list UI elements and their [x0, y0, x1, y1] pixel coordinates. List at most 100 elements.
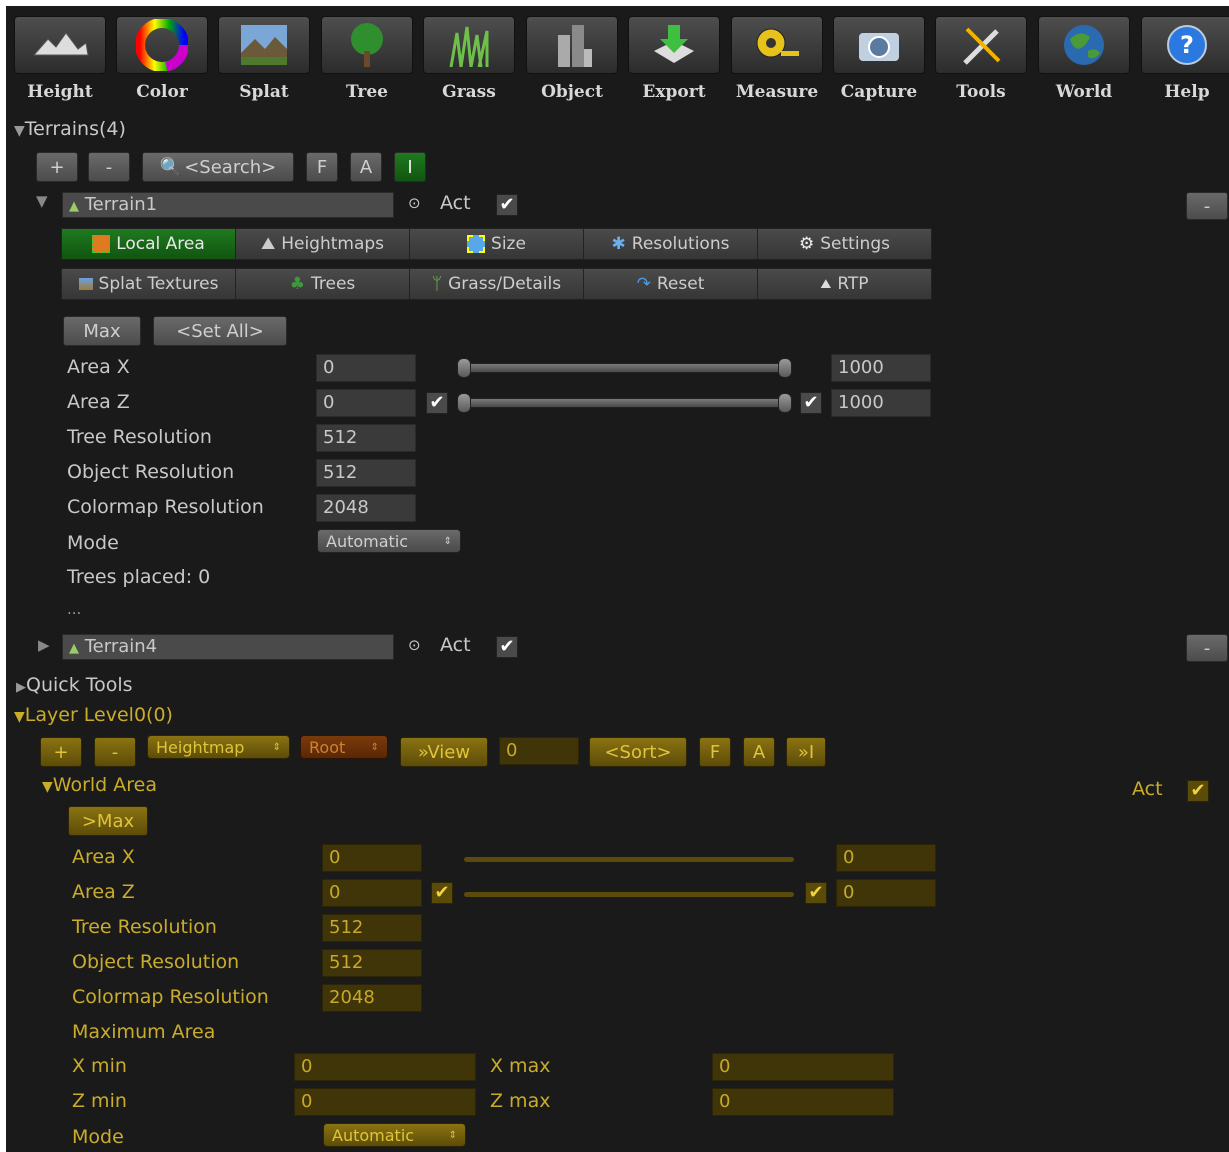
object-resolution-field[interactable]: 512: [316, 459, 416, 487]
tools-button[interactable]: [935, 16, 1027, 74]
triangle-right-icon[interactable]: ▶: [38, 636, 50, 654]
export-download-icon: [654, 25, 694, 63]
area-x-label: Area X: [67, 356, 130, 378]
colormap-resolution-field[interactable]: 2048: [316, 494, 416, 522]
layer-tree-resolution-field[interactable]: 512: [322, 914, 422, 942]
color-button[interactable]: [116, 16, 208, 74]
terrain4-act-checkbox[interactable]: ✔: [496, 636, 518, 658]
tab-local-area[interactable]: Local Area: [61, 228, 236, 260]
layer-f-button[interactable]: F: [699, 737, 731, 767]
tab-trees[interactable]: ♣ Trees: [235, 268, 410, 300]
layer-area-z-max-checkbox[interactable]: ✔: [805, 882, 827, 904]
layer-area-z-min-field[interactable]: 0: [322, 879, 422, 907]
search-button[interactable]: 🔍 <Search>: [142, 152, 294, 182]
mode-dropdown[interactable]: Automatic ⇕: [317, 529, 461, 553]
tab-reset[interactable]: ↷ Reset: [583, 268, 758, 300]
area-z-min-field[interactable]: 0: [316, 389, 416, 417]
i-button[interactable]: I: [394, 152, 426, 182]
layer-a-button[interactable]: A: [743, 737, 775, 767]
remove-layer-button[interactable]: -: [94, 737, 136, 767]
tab-splat-textures[interactable]: Splat Textures: [61, 268, 236, 300]
world-area-act-checkbox[interactable]: ✔: [1187, 780, 1209, 802]
help-button[interactable]: ?: [1141, 16, 1229, 74]
area-z-slider-min-handle[interactable]: [457, 393, 471, 413]
grass-button[interactable]: [423, 16, 515, 74]
tree-icon: [351, 23, 383, 67]
world-area-foldout[interactable]: ▼World Area: [42, 774, 157, 796]
layer-area-z-max-field[interactable]: 0: [836, 879, 936, 907]
tab-label: Local Area: [116, 234, 205, 254]
area-z-slider[interactable]: [458, 398, 790, 408]
terrain1-act-checkbox[interactable]: ✔: [496, 194, 518, 216]
zmin-label: Z min: [72, 1090, 127, 1112]
layer-area-x-slider[interactable]: [464, 857, 794, 862]
terrain1-object-field[interactable]: ▲ Terrain1: [62, 192, 394, 218]
view-button[interactable]: »View: [400, 737, 488, 767]
tab-settings[interactable]: ⚙ Settings: [757, 228, 932, 260]
layer-area-z-min-checkbox[interactable]: ✔: [431, 882, 453, 904]
target-icon[interactable]: ⊙: [408, 636, 421, 654]
add-layer-button[interactable]: +: [40, 737, 82, 767]
tab-grass-details[interactable]: ᛘ Grass/Details: [409, 268, 584, 300]
layer-object-resolution-field[interactable]: 512: [322, 949, 422, 977]
terrains-foldout[interactable]: ▼Terrains(4): [14, 118, 126, 140]
area-x-slider-min-handle[interactable]: [457, 358, 471, 378]
area-z-slider-max-handle[interactable]: [778, 393, 792, 413]
area-z-min-checkbox[interactable]: ✔: [426, 392, 448, 414]
toolbar-label-grass: Grass: [442, 82, 496, 102]
layer-colormap-resolution-field[interactable]: 2048: [322, 984, 422, 1012]
area-x-max-field[interactable]: 1000: [831, 354, 931, 382]
tree-resolution-field[interactable]: 512: [316, 424, 416, 452]
area-z-max-field[interactable]: 1000: [831, 389, 931, 417]
layer-mode-value: Automatic: [332, 1125, 415, 1145]
object-button[interactable]: [526, 16, 618, 74]
export-button[interactable]: [628, 16, 720, 74]
zmin-field[interactable]: 0: [294, 1088, 476, 1116]
remove-terrain-button[interactable]: -: [88, 152, 130, 182]
zmax-field[interactable]: 0: [712, 1088, 894, 1116]
view-value-field[interactable]: 0: [499, 737, 579, 765]
sort-button[interactable]: <Sort>: [589, 737, 687, 767]
capture-button[interactable]: [833, 16, 925, 74]
tab-resolutions[interactable]: ✱ Resolutions: [583, 228, 758, 260]
world-button[interactable]: [1038, 16, 1130, 74]
resolutions-icon: ✱: [611, 234, 626, 254]
terrain1-remove-button[interactable]: -: [1186, 192, 1228, 220]
tree-button[interactable]: [321, 16, 413, 74]
area-x-min-field[interactable]: 0: [316, 354, 416, 382]
splat-button[interactable]: [218, 16, 310, 74]
layer-area-z-slider[interactable]: [464, 892, 794, 897]
layer-max-button[interactable]: >Max: [68, 806, 148, 836]
tab-heightmaps[interactable]: ⛰ Heightmaps: [235, 228, 410, 260]
toolbar-label-object: Object: [541, 82, 603, 102]
area-x-slider[interactable]: [458, 363, 790, 373]
heightmap-dropdown[interactable]: Heightmap ⇕: [147, 735, 290, 759]
triangle-down-icon: ▼: [14, 123, 25, 139]
tab-rtp[interactable]: ⛰ RTP: [757, 268, 932, 300]
tab-size[interactable]: Size: [409, 228, 584, 260]
terrain4-remove-button[interactable]: -: [1186, 634, 1228, 662]
target-icon[interactable]: ⊙: [408, 194, 421, 212]
layer-foldout[interactable]: ▼Layer Level0(0): [14, 704, 173, 726]
xmin-field[interactable]: 0: [294, 1053, 476, 1081]
mode-label: Mode: [67, 532, 119, 554]
set-all-button[interactable]: <Set All>: [153, 316, 287, 346]
height-button[interactable]: [14, 16, 106, 74]
add-terrain-button[interactable]: +: [36, 152, 78, 182]
area-x-slider-max-handle[interactable]: [778, 358, 792, 378]
terrain4-object-field[interactable]: ▲ Terrain4: [62, 634, 394, 660]
layer-area-x-max-field[interactable]: 0: [836, 844, 936, 872]
quick-tools-foldout[interactable]: ▶Quick Tools: [16, 674, 133, 696]
layer-area-x-min-field[interactable]: 0: [322, 844, 422, 872]
area-z-max-checkbox[interactable]: ✔: [800, 392, 822, 414]
root-dropdown[interactable]: Root ⇕: [300, 735, 388, 759]
splat-landscape-icon: [241, 25, 287, 65]
measure-button[interactable]: [731, 16, 823, 74]
f-button[interactable]: F: [306, 152, 338, 182]
a-button[interactable]: A: [350, 152, 382, 182]
triangle-down-icon[interactable]: ▼: [36, 192, 48, 210]
xmax-field[interactable]: 0: [712, 1053, 894, 1081]
layer-i-button[interactable]: »I: [786, 737, 826, 767]
max-button[interactable]: Max: [63, 316, 141, 346]
layer-mode-dropdown[interactable]: Automatic ⇕: [323, 1123, 466, 1147]
